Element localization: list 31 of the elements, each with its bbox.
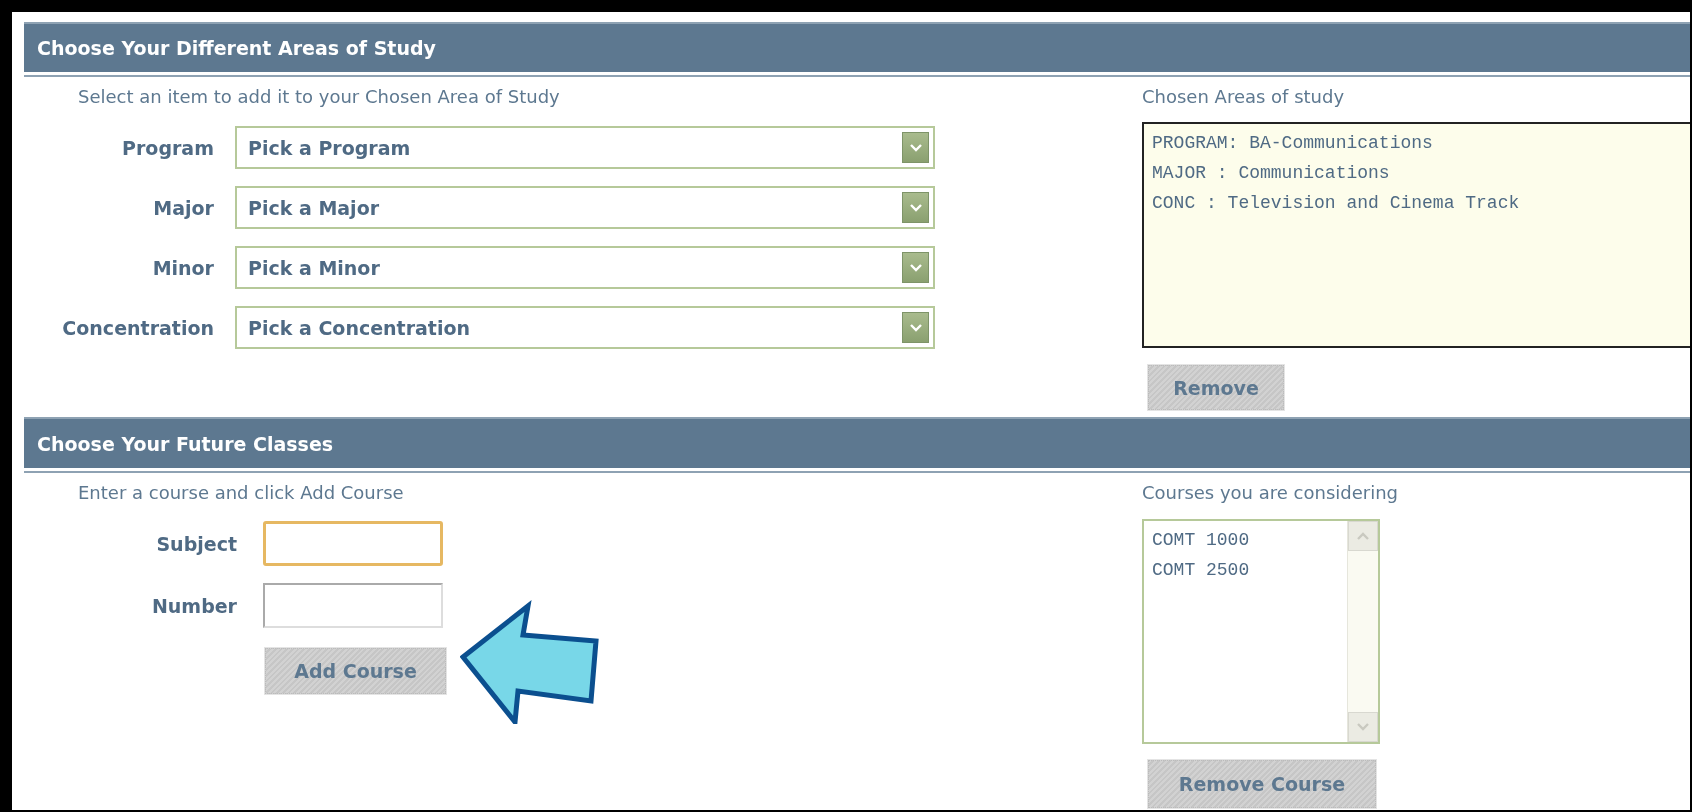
text-field[interactable] <box>263 583 443 628</box>
dropdown[interactable]: Pick a Major <box>235 186 935 229</box>
field-label: Major <box>153 196 214 219</box>
dropdown[interactable]: Pick a Minor <box>235 246 935 289</box>
section-title: Choose Your Different Areas of Study <box>37 37 436 59</box>
field-label: Concentration <box>62 316 214 339</box>
field-label: Number <box>151 594 237 617</box>
list-label: Courses you are considering <box>1142 481 1399 505</box>
instruction-text: Select an item to add it to your Chosen Area of Study <box>77 85 561 109</box>
text-field[interactable] <box>263 521 443 566</box>
list-item[interactable]: COMT 2500 <box>1152 555 1339 585</box>
dropdown[interactable]: Pick a Program <box>235 126 935 169</box>
list-item[interactable]: MAJOR : Communications <box>1152 158 1690 188</box>
instruction-text: Enter a course and click Add Course <box>77 481 405 505</box>
list-item[interactable]: PROGRAM: BA-Communications <box>1152 128 1690 158</box>
list-label: Chosen Areas of study <box>1142 85 1346 109</box>
arrow-icon <box>460 600 600 724</box>
field-label: Subject <box>156 532 237 555</box>
remove-course-button[interactable]: Remove Course <box>1148 760 1376 808</box>
add-course-button[interactable]: Add Course <box>265 648 446 694</box>
scrollbar[interactable] <box>1347 521 1378 742</box>
list-item[interactable]: CONC : Television and Cinema Track <box>1152 188 1690 218</box>
field-label: Minor <box>152 256 214 279</box>
scroll-down-icon[interactable] <box>1348 712 1378 742</box>
chosen-areas-list[interactable]: PROGRAM: BA-Communications MAJOR : Communications CONC : Television and Cinema Track <box>1142 122 1690 348</box>
scroll-up-icon[interactable] <box>1348 521 1378 551</box>
section-title: Choose Your Future Classes <box>37 432 334 455</box>
field-label: Program <box>122 136 214 159</box>
dropdown[interactable]: Pick a Concentration <box>235 306 935 349</box>
courses-list[interactable]: COMT 1000 COMT 2500 <box>1142 519 1380 744</box>
list-item[interactable]: COMT 1000 <box>1152 525 1339 555</box>
